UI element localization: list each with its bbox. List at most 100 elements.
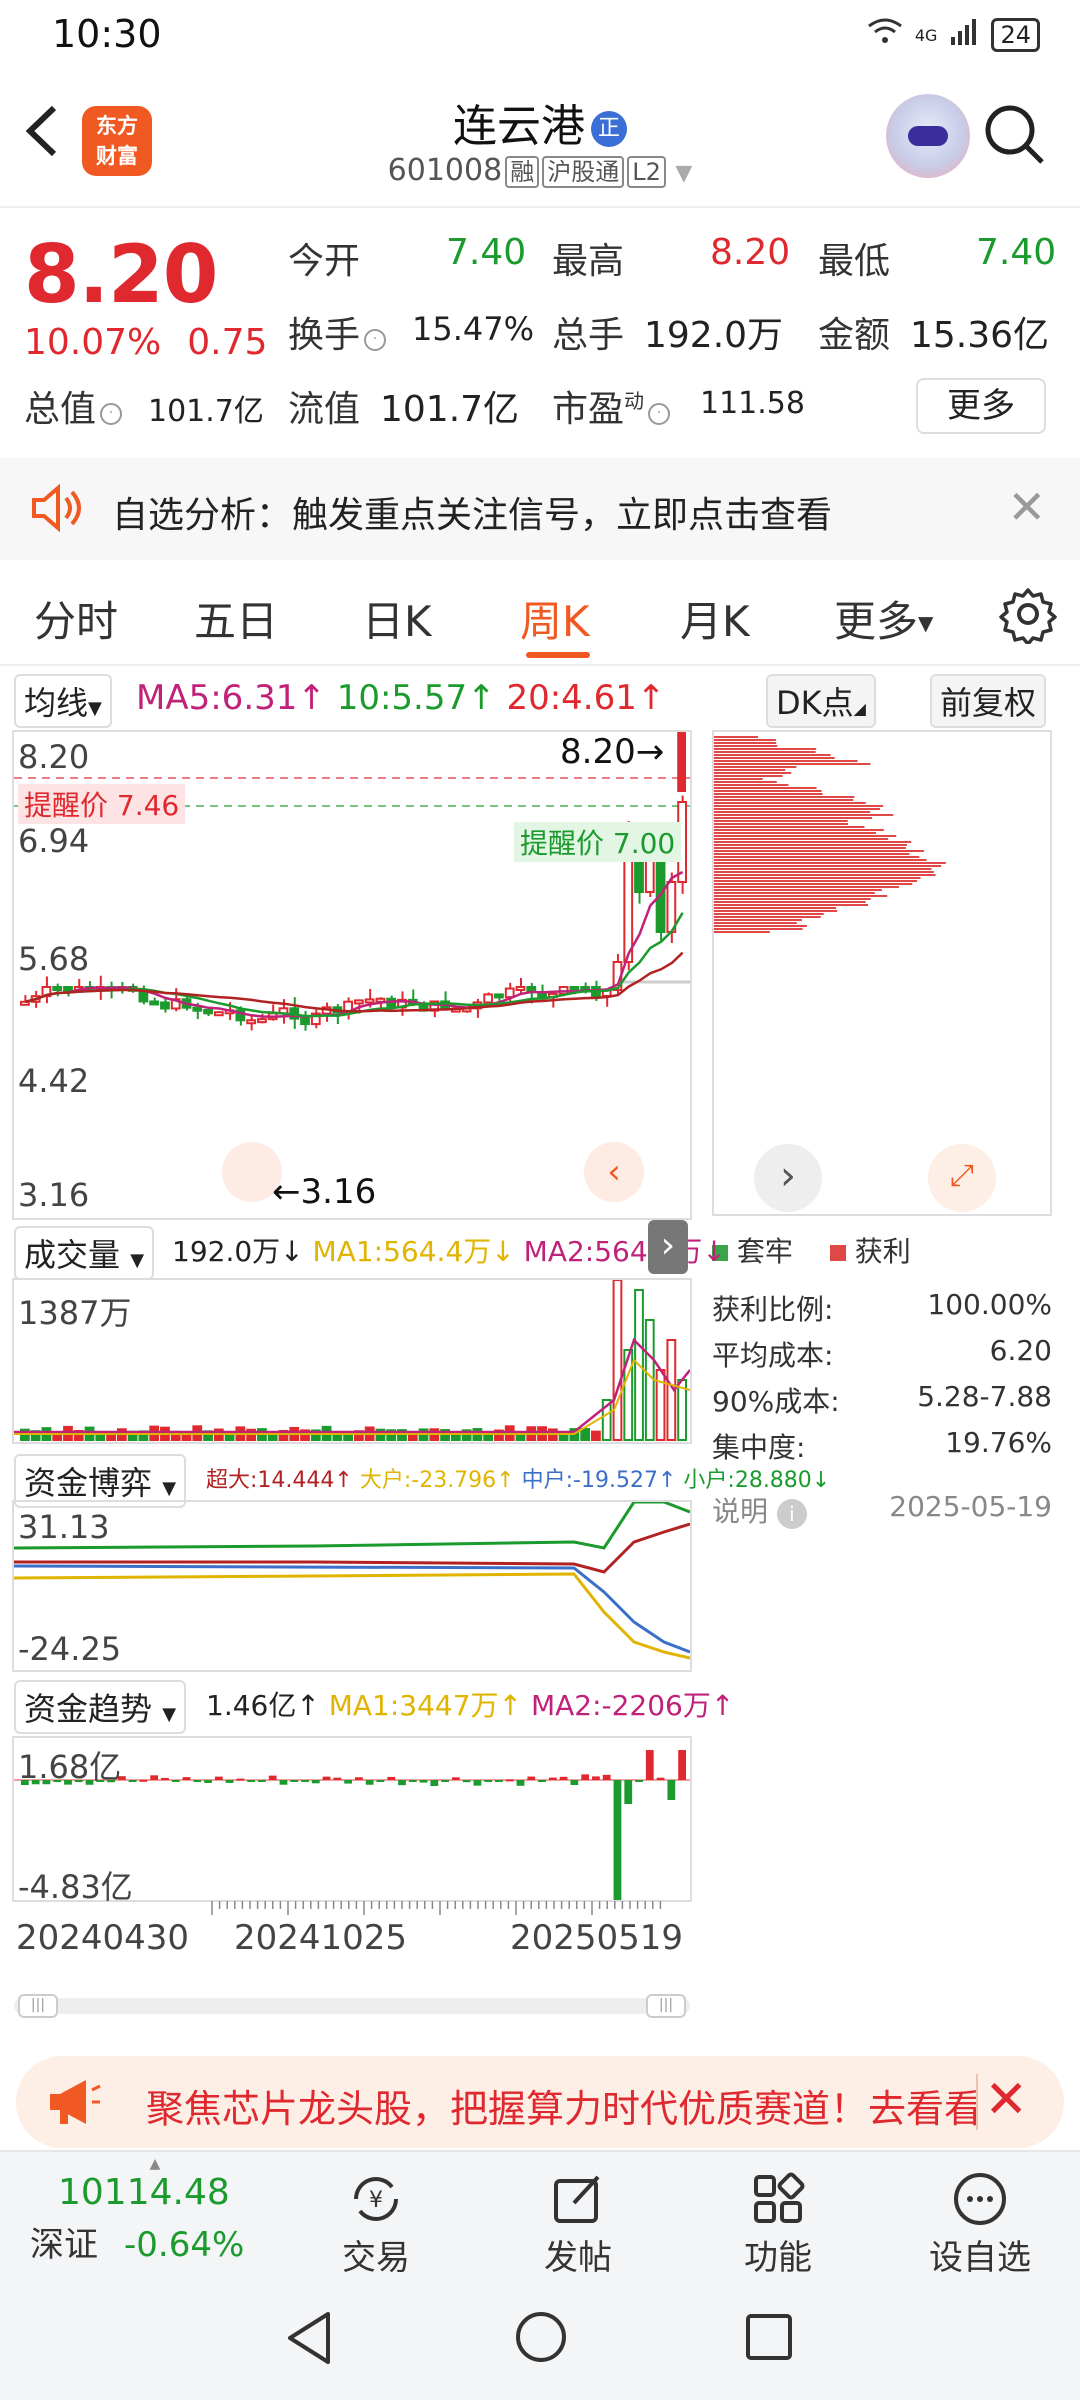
explain-link[interactable]: 说明 i [712, 1490, 807, 1530]
info-icon[interactable]: · [364, 329, 387, 351]
fund-trend-chart[interactable]: 1.68亿 -4.83亿 [12, 1736, 692, 1930]
alert-price-high[interactable]: 提醒价 7.46 [18, 784, 186, 824]
x-date-3: 20250519 [510, 1918, 684, 1958]
chip-bar [714, 925, 807, 927]
network-label: 4G [914, 25, 938, 45]
nav-add-watchlist[interactable]: 设自选 [900, 2168, 1060, 2279]
chip-bar [714, 826, 865, 828]
chip-bar [714, 844, 907, 846]
chip-bar [714, 811, 871, 813]
tab-intraday[interactable]: 分时 [34, 588, 118, 649]
ma5-line [25, 870, 684, 1018]
back-triangle-icon[interactable] [284, 2310, 334, 2370]
low-price-label: 3.16 [300, 1172, 377, 1212]
fund-trend-max: 1.68亿 [18, 1748, 122, 1786]
more-button[interactable]: 更多 [916, 378, 1046, 434]
ma-selector[interactable]: 均线▼ [14, 674, 112, 728]
chip-bar [714, 778, 763, 780]
expand-icon[interactable]: ⤢ [928, 1144, 996, 1212]
fund-trend-bar [592, 1776, 600, 1780]
chip-bar [714, 763, 871, 765]
range-slider[interactable]: ||| ||| [14, 1994, 690, 2018]
apps-icon [698, 2168, 858, 2230]
volume-bar [591, 1430, 601, 1441]
chip-bar [714, 742, 777, 744]
gear-icon[interactable] [998, 584, 1058, 646]
recents-square-icon[interactable] [744, 2312, 794, 2366]
ma5-legend: MA5:6.31 [136, 678, 298, 718]
chip-bar [714, 766, 797, 768]
promo-banner[interactable]: 聚焦芯片龙头股，把握算力时代优质赛道！去看看 ✕ [16, 2056, 1064, 2148]
range-handle-right[interactable]: ||| [646, 1994, 686, 2018]
stat-concentration: 集中度: 19.76% [712, 1426, 1052, 1466]
tab-daily-k[interactable]: 日K [362, 588, 432, 649]
home-circle-icon[interactable] [514, 2310, 568, 2368]
chip-bar [714, 793, 823, 795]
fund-game-min: -24.25 [18, 1630, 122, 1668]
alert-price-low[interactable]: 提醒价 7.00 [514, 822, 682, 862]
volume-value: 192.0万 [644, 315, 784, 356]
info-icon[interactable]: · [100, 403, 123, 425]
dk-point-label: DK点 [776, 684, 854, 722]
stock-name: 连云港 [453, 101, 585, 152]
volume-value: 192.0万 [172, 1235, 281, 1268]
ma20-legend: 20:4.61 [506, 678, 637, 718]
volume-ma2-line [14, 1337, 691, 1434]
tab-monthly-k[interactable]: 月K [680, 588, 750, 649]
search-icon[interactable] [982, 102, 1046, 166]
fund-trend-bar [258, 1780, 266, 1782]
chevron-right-icon[interactable]: › [754, 1144, 822, 1212]
dk-point-button[interactable]: DK点◢ [766, 674, 876, 728]
edit-icon [498, 2168, 658, 2230]
candle-body [354, 999, 364, 1005]
chip-bar [714, 757, 835, 759]
chip-bar [714, 853, 910, 855]
fund-trend-selector[interactable]: 资金趋势 ▼ [14, 1680, 187, 1734]
y-tick-8-20: 8.20 [18, 738, 90, 776]
close-icon[interactable]: ✕ [984, 2070, 1028, 2130]
tab-five-day[interactable]: 五日 [194, 588, 278, 649]
chip-bar [714, 880, 918, 882]
tab-more[interactable]: 更多 [834, 597, 918, 646]
chip-bar [714, 850, 924, 852]
fund-mid: 中户:-19.527 [521, 1468, 658, 1493]
fund-trend-bar [247, 1780, 256, 1782]
notice-bar[interactable]: 自选分析：触发重点关注信号，立即点击查看 ✕ [0, 458, 1080, 560]
candle-body [160, 1001, 170, 1010]
candle-body [666, 881, 677, 933]
collapse-arrow-icon[interactable]: › [648, 1220, 688, 1274]
fund-trend-bar [236, 1778, 245, 1781]
volume-bar [612, 1279, 623, 1441]
robot-assistant-avatar[interactable] [886, 94, 970, 178]
fund-trend-bar [516, 1780, 525, 1786]
nav-functions[interactable]: 功能 [698, 2168, 858, 2279]
fund-trend-bar [214, 1776, 223, 1780]
volume-chart[interactable]: 1387万 [12, 1278, 692, 1444]
adjust-button[interactable]: 前复权 [930, 674, 1047, 728]
fund-trend-ma2: MA2:-2206万 [530, 1689, 711, 1722]
volume-max-label: 1387万 [18, 1294, 132, 1332]
nav-functions-label: 功能 [744, 2238, 812, 2278]
scroll-left-icon[interactable] [222, 1142, 282, 1202]
chip-bar [714, 817, 872, 819]
status-time: 10:30 [52, 12, 162, 56]
chip-bar [714, 790, 822, 792]
nav-trade-label: 交易 [342, 2238, 410, 2278]
index-ticker[interactable]: ▲ 10114.48 深证 -0.64% [30, 2156, 280, 2266]
dropdown-icon[interactable]: ▼ [675, 161, 692, 186]
nav-trade[interactable]: ¥ 交易 [296, 2168, 456, 2279]
high-price-label: 8.20 [560, 732, 636, 772]
volume-selector[interactable]: 成交量 ▼ [14, 1226, 155, 1280]
range-handle-left[interactable]: ||| [18, 1994, 58, 2018]
chip-bar [714, 754, 831, 756]
close-icon[interactable]: ✕ [1007, 480, 1046, 534]
tab-weekly-k[interactable]: 周K [520, 588, 590, 649]
kline-chart[interactable]: 8.20 6.94 5.68 4.42 3.16 提醒价 7.46 提醒价 7.… [12, 730, 692, 1220]
info-icon[interactable]: · [648, 403, 671, 425]
svg-text:¥: ¥ [369, 2188, 383, 2213]
nav-post[interactable]: 发帖 [498, 2168, 658, 2279]
market-cap-value: 101.7亿 [148, 394, 264, 429]
fund-game-chart[interactable]: 31.13 -24.25 [12, 1500, 692, 1672]
prev-arrow-icon[interactable]: ‹ [584, 1142, 644, 1202]
chip-distribution[interactable]: › ⤢ [712, 730, 1052, 1216]
